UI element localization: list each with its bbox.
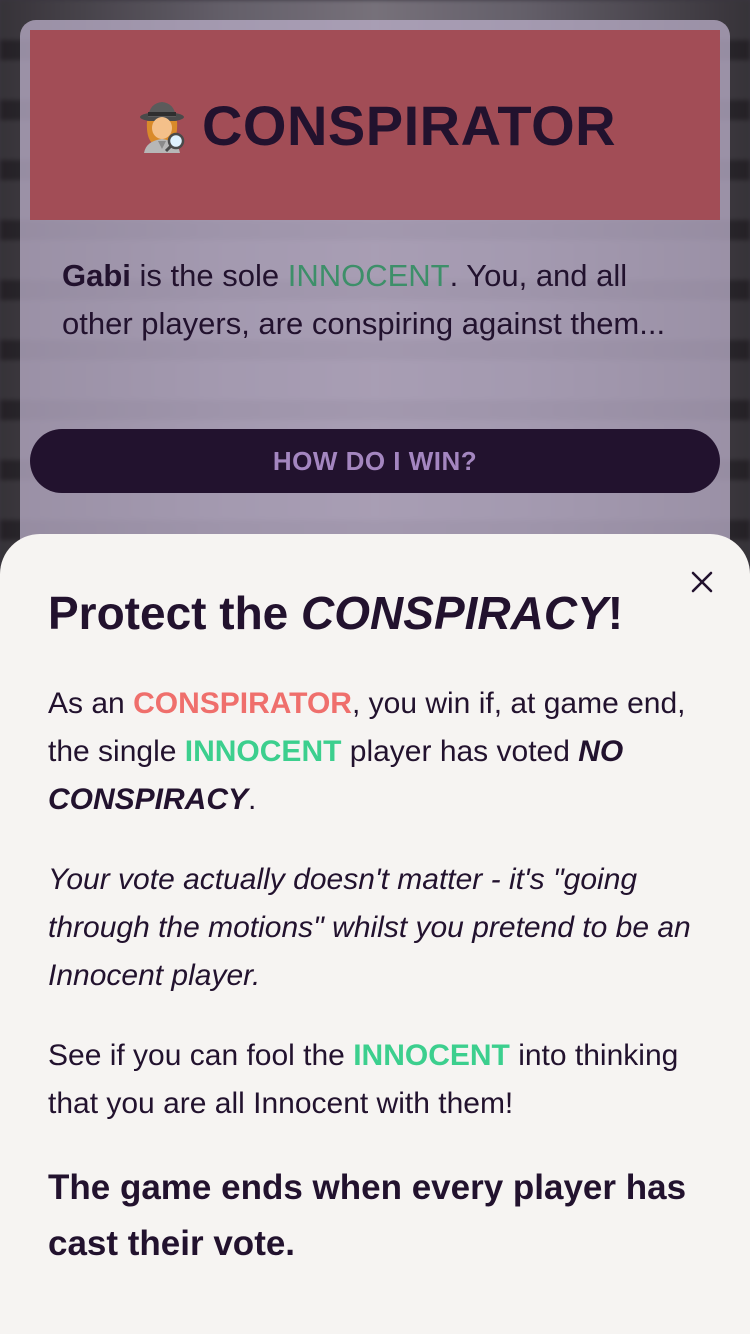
game-end-paragraph: The game ends when every player has cast…: [48, 1168, 687, 1263]
vote-note-paragraph: Your vote actually doesn't matter - it's…: [48, 863, 691, 992]
role-card: CONSPIRATOR Gabi is the sole INNOCENT. Y…: [20, 20, 730, 580]
strategy-paragraph: See if you can fool the INNOCENT into th…: [48, 1032, 708, 1128]
p1-text-a: As an: [48, 687, 134, 720]
win-condition-paragraph: As an CONSPIRATOR, you win if, at game e…: [48, 680, 708, 824]
how-do-i-win-button[interactable]: HOW DO I WIN?: [30, 429, 720, 493]
innocent-label: INNOCENT: [184, 735, 342, 768]
win-conditions-sheet: Protect the CONSPIRACY! As an CONSPIRATO…: [0, 534, 750, 1334]
p1-text-c: player has voted: [341, 735, 579, 768]
role-description: Gabi is the sole INNOCENT. You, and all …: [62, 252, 692, 348]
role-title: CONSPIRATOR: [201, 93, 617, 157]
title-emphasis: CONSPIRACY: [301, 587, 608, 639]
innocent-label: INNOCENT: [353, 1039, 510, 1072]
title-suffix: !: [607, 587, 624, 639]
player-name: Gabi: [62, 258, 131, 293]
innocent-label: INNOCENT: [287, 258, 450, 293]
sheet-title: Protect the CONSPIRACY!: [48, 586, 708, 640]
title-prefix: Protect the: [48, 587, 302, 639]
p1-text-d: .: [248, 783, 257, 816]
detective-icon: [134, 97, 190, 153]
conspirator-label: CONSPIRATOR: [133, 687, 352, 720]
role-header: CONSPIRATOR: [30, 30, 720, 220]
p3-text-a: See if you can fool the: [48, 1039, 354, 1072]
description-text-1: is the sole: [130, 258, 288, 293]
